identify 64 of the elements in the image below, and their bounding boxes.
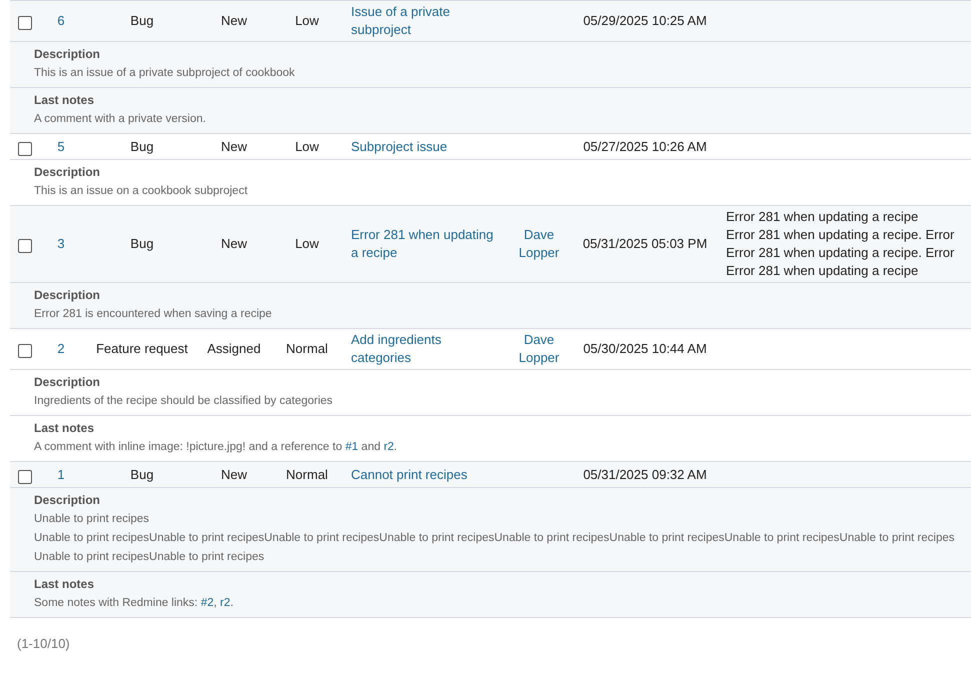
tracker-cell: Bug	[130, 138, 154, 154]
status-cell: New	[220, 236, 247, 251]
detail-label: Description	[34, 287, 102, 304]
detail-label: Last notes	[34, 420, 96, 437]
detail-label: Description	[34, 46, 102, 63]
row-checkbox[interactable]	[18, 470, 32, 484]
subject-link[interactable]: Issue of a private subproject	[351, 3, 504, 39]
updated-cell: 05/30/2025 10:44 AM	[583, 341, 707, 356]
issue-id-link[interactable]: 6	[57, 13, 65, 28]
updated-cell: 05/31/2025 09:32 AM	[583, 466, 707, 482]
priority-cell: Low	[295, 13, 319, 28]
issue-id-link[interactable]: 2	[57, 341, 65, 356]
detail-label: Last notes	[34, 576, 96, 593]
detail-text: This is an issue on a cookbook subproject	[34, 184, 249, 199]
detail-text: Unable to print recipesUnable to print recipes	[34, 550, 266, 565]
issue-id-link[interactable]: 5	[57, 138, 65, 154]
subject-link[interactable]: Cannot print recipes	[351, 466, 504, 484]
status-cell: New	[220, 13, 247, 28]
subject-link[interactable]: Subproject issue	[351, 138, 504, 156]
detail-label: Description	[34, 164, 102, 181]
tracker-cell: Bug	[130, 13, 154, 28]
detail-text: A comment with a private version.	[34, 112, 207, 127]
tracker-cell: Feature request	[96, 341, 188, 356]
row-checkbox[interactable]	[18, 344, 32, 358]
priority-cell: Low	[295, 138, 319, 154]
assignee-link[interactable]: Dave Lopper	[512, 226, 566, 262]
issue-reference-link[interactable]: #2	[200, 597, 214, 609]
detail-text: Unable to print recipes	[34, 512, 150, 527]
row-checkbox[interactable]	[18, 239, 32, 253]
subject-link[interactable]: Add ingredients categories	[351, 331, 504, 367]
priority-cell: Normal	[286, 466, 328, 482]
detail-text: Unable to print recipesUnable to print recipesUnable to print recipesUnable to print recipesUnable to print recipesUnable to print recipesUnable to print recipesUnable to print recipes	[34, 531, 956, 546]
updated-cell: 05/27/2025 10:26 AM	[583, 138, 707, 154]
detail-text: Some notes with Redmine links: #2, r2.	[34, 596, 234, 611]
detail-label: Description	[34, 374, 102, 391]
issue-reference-link[interactable]: #1	[345, 441, 358, 453]
detail-text: Ingredients of the recipe should be classified by categories	[34, 394, 334, 409]
updated-cell: 05/31/2025 05:03 PM	[582, 236, 708, 251]
column-text: Error 281 when updating a recipe	[726, 208, 920, 226]
column-text: Error 281 when updating a recipe. Error	[726, 226, 956, 244]
column-text: Error 281 when updating a recipe	[726, 262, 920, 280]
priority-cell: Low	[295, 236, 319, 251]
tracker-cell: Bug	[130, 236, 154, 251]
status-cell: New	[220, 138, 247, 154]
issue-id-link[interactable]: 1	[57, 466, 65, 482]
priority-cell: Normal	[286, 341, 328, 356]
column-text: Error 281 when updating a recipe. Error	[726, 244, 956, 262]
detail-text: Error 281 is encountered when saving a recipe	[34, 307, 273, 322]
row-checkbox[interactable]	[18, 16, 32, 30]
status-cell: New	[220, 466, 247, 482]
pagination-count: (1-10/10)	[16, 636, 71, 651]
status-cell: Assigned	[207, 341, 261, 356]
row-checkbox[interactable]	[18, 142, 32, 156]
updated-cell: 05/29/2025 10:25 AM	[583, 13, 707, 28]
tracker-cell: Bug	[130, 466, 154, 482]
assignee-link[interactable]: Dave Lopper	[512, 331, 566, 367]
detail-text: This is an issue of a private subproject of cookbook	[34, 66, 296, 81]
detail-label: Description	[34, 492, 102, 509]
detail-label: Last notes	[34, 92, 96, 109]
subject-link[interactable]: Error 281 when updating a recipe	[351, 226, 504, 262]
issue-id-link[interactable]: 3	[57, 236, 65, 251]
issue-reference-link[interactable]: r2	[220, 597, 230, 609]
issue-reference-link[interactable]: r2	[384, 441, 394, 453]
detail-text: A comment with inline image: !picture.jpg! and a reference to #1 and r2.	[34, 440, 398, 455]
